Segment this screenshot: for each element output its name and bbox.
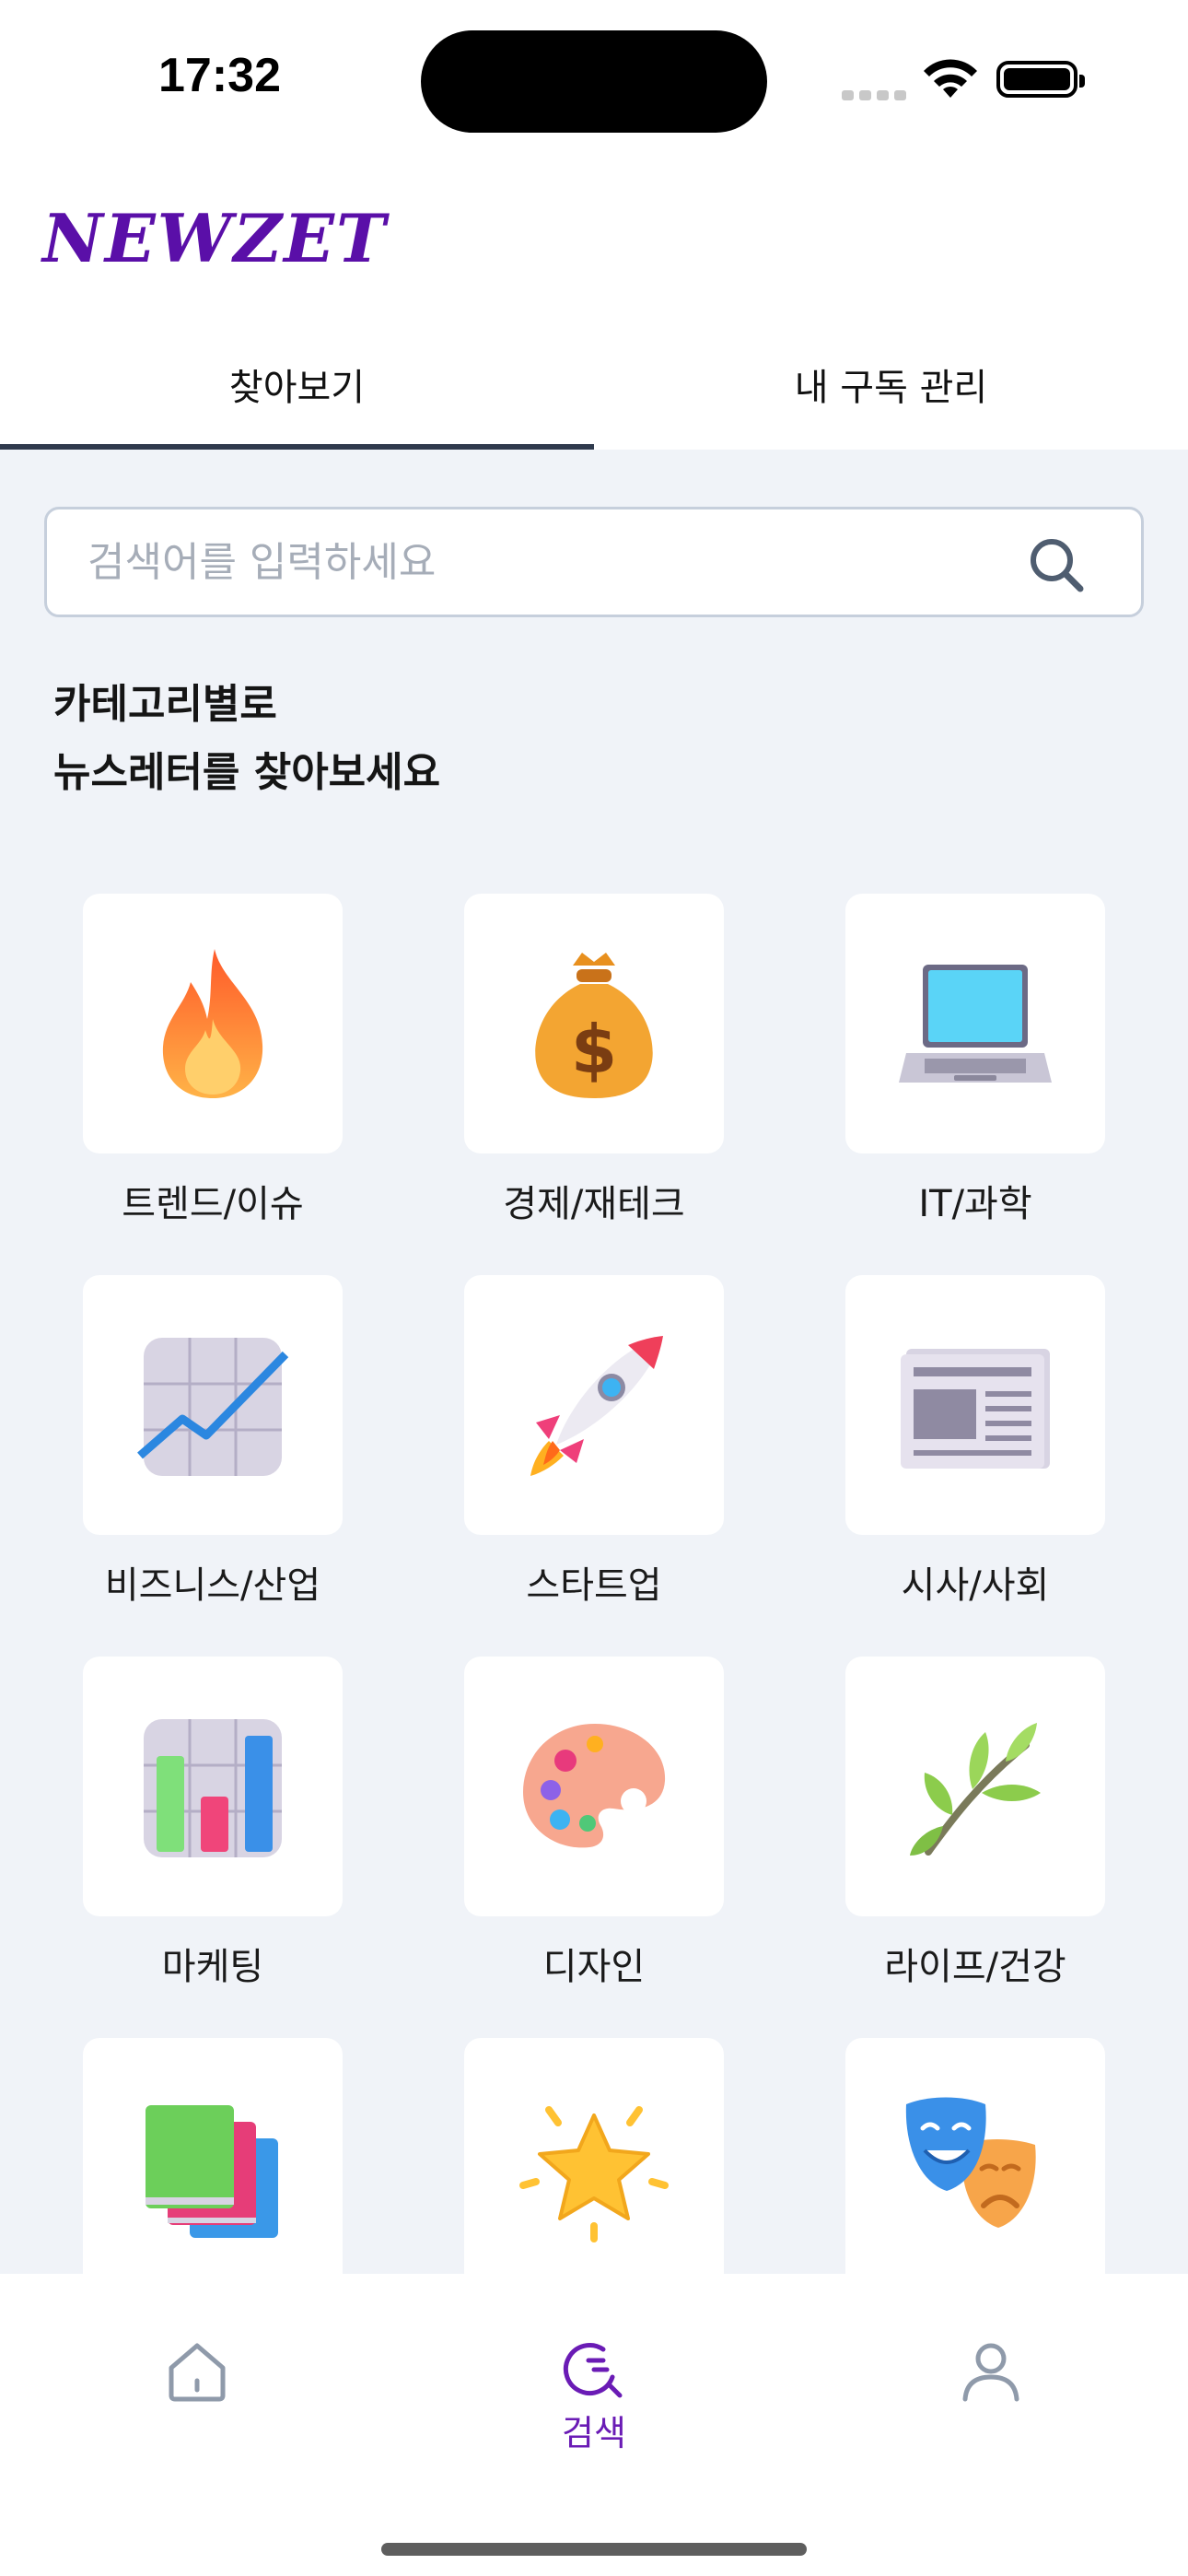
- home-indicator: [381, 2543, 807, 2556]
- herb-icon: [910, 1723, 1041, 1856]
- category-label: 트렌드/이슈: [122, 1183, 304, 1225]
- category-entertainment[interactable]: [464, 2038, 724, 2276]
- section-title: 카테고리별로 뉴스레터를 찾아보세요: [53, 671, 440, 807]
- app-header: NEWZET 찾아보기 내 구독 관리: [0, 162, 1188, 450]
- category-trend[interactable]: 트렌드/이슈: [83, 894, 343, 1271]
- nav-home[interactable]: [164, 2338, 230, 2408]
- search-icon[interactable]: [1027, 535, 1086, 594]
- category-life-health[interactable]: 라이프/건강: [845, 1657, 1105, 2034]
- category-culture[interactable]: [845, 2038, 1105, 2276]
- category-it-science[interactable]: IT/과학: [845, 894, 1105, 1271]
- bottom-navigation: 검색: [0, 2274, 1188, 2576]
- category-grid: 트렌드/이슈 $ 경제/재테크 IT/과학 비즈니스/산업 스타트업 시사/사회…: [83, 894, 1105, 2276]
- tab-my-subscriptions[interactable]: 내 구독 관리: [594, 337, 1188, 450]
- svg-text:$: $: [571, 1011, 617, 1088]
- category-startup[interactable]: 스타트업: [464, 1275, 724, 1653]
- rocket-icon: [530, 1336, 663, 1476]
- active-tab-indicator: [0, 444, 594, 450]
- category-label: IT/과학: [918, 1183, 1032, 1225]
- profile-icon: [962, 2343, 1019, 2402]
- cellular-signal-icon: [842, 87, 912, 104]
- category-design[interactable]: 디자인: [464, 1657, 724, 2034]
- palette-icon: [523, 1724, 666, 1848]
- category-label: 경제/재테크: [503, 1183, 685, 1225]
- theater-masks-icon: [905, 2097, 1036, 2228]
- money-bag-icon: $: [535, 953, 653, 1098]
- category-label: 라이프/건강: [884, 1946, 1066, 1988]
- laptop-icon: [899, 965, 1052, 1083]
- section-title-line2: 뉴스레터를 찾아보세요: [53, 749, 441, 796]
- chart-increasing-icon: [137, 1338, 289, 1476]
- battery-icon: [996, 61, 1085, 98]
- newspaper-icon: [901, 1349, 1050, 1469]
- tab-browse[interactable]: 찾아보기: [0, 337, 594, 450]
- category-label: 비즈니스/산업: [104, 1564, 321, 1607]
- search-input[interactable]: [87, 509, 1008, 615]
- bar-chart-icon: [144, 1719, 282, 1857]
- home-icon: [169, 2343, 226, 2402]
- category-current-affairs[interactable]: 시사/사회: [845, 1275, 1105, 1653]
- category-books[interactable]: [83, 2038, 343, 2276]
- section-title-line1: 카테고리별로: [53, 681, 277, 728]
- tab-my-subscriptions-label: 내 구독 관리: [794, 367, 988, 409]
- nav-search[interactable]: 검색: [543, 2338, 645, 2455]
- tab-bar: 찾아보기 내 구독 관리: [0, 337, 1188, 450]
- search-icon: [564, 2343, 623, 2398]
- star-icon: [519, 2106, 669, 2242]
- wifi-icon: [924, 59, 977, 98]
- category-label: 마케팅: [161, 1946, 264, 1988]
- nav-search-label: 검색: [562, 2413, 626, 2453]
- fire-icon: [162, 949, 263, 1098]
- category-economy[interactable]: $ 경제/재테크: [464, 894, 724, 1271]
- search-box: [44, 507, 1144, 617]
- category-marketing[interactable]: 마케팅: [83, 1657, 343, 2034]
- books-icon: [146, 2105, 278, 2238]
- category-label: 시사/사회: [901, 1564, 1050, 1607]
- category-label: 스타트업: [526, 1564, 662, 1607]
- category-label: 디자인: [542, 1946, 646, 1988]
- dynamic-island: [421, 30, 767, 133]
- status-time: 17:32: [158, 49, 281, 102]
- app-logo: NEWZET: [42, 199, 388, 277]
- nav-profile[interactable]: [958, 2338, 1024, 2408]
- status-bar: 17:32: [0, 0, 1188, 162]
- category-business[interactable]: 비즈니스/산업: [83, 1275, 343, 1653]
- tab-browse-label: 찾아보기: [228, 367, 366, 409]
